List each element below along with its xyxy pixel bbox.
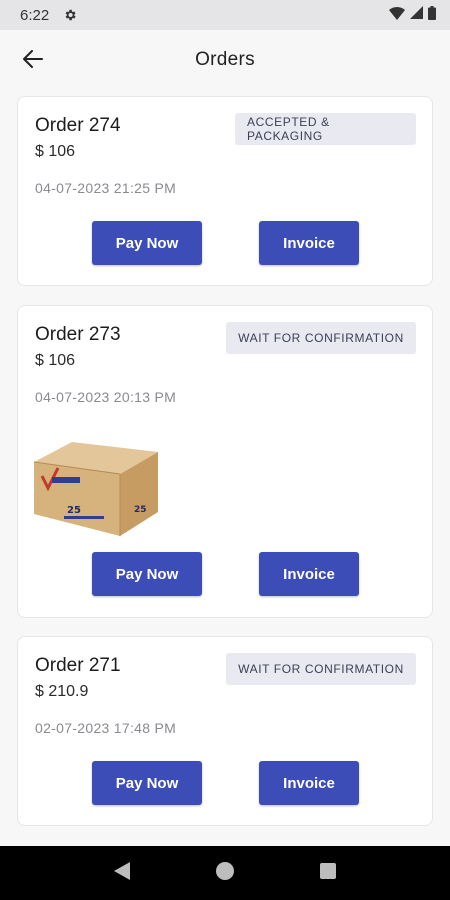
gear-icon: [63, 8, 77, 22]
status-bar: 6:22: [0, 0, 450, 30]
order-date: 04-07-2023 20:13 PM: [35, 389, 177, 405]
order-card[interactable]: Order 274 $ 106 04-07-2023 21:25 PM ACCE…: [17, 96, 433, 286]
nav-home-button[interactable]: [211, 859, 239, 887]
order-date: 04-07-2023 21:25 PM: [35, 180, 177, 196]
page-title: Orders: [195, 49, 255, 70]
order-card[interactable]: Order 271 $ 210.9 02-07-2023 17:48 PM WA…: [17, 636, 433, 826]
status-badge: ACCEPTED & PACKAGING: [235, 113, 416, 145]
system-nav-bar: [0, 846, 450, 900]
order-price: $ 210.9: [35, 683, 89, 700]
signal-icon: [410, 6, 423, 24]
pay-now-button[interactable]: Pay Now: [92, 552, 202, 596]
back-button[interactable]: [18, 46, 48, 76]
order-title: Order 273: [35, 324, 121, 345]
invoice-button[interactable]: Invoice: [259, 221, 359, 265]
orders-list[interactable]: Order 274 $ 106 04-07-2023 21:25 PM ACCE…: [0, 90, 450, 846]
wifi-icon: [389, 6, 405, 25]
pay-now-button[interactable]: Pay Now: [92, 221, 202, 265]
order-date: 02-07-2023 17:48 PM: [35, 720, 177, 736]
nav-recents-icon: [320, 862, 337, 884]
invoice-button[interactable]: Invoice: [259, 761, 359, 805]
app-bar: Orders: [0, 30, 450, 90]
nav-recents-button[interactable]: [314, 859, 342, 887]
order-title: Order 271: [35, 655, 121, 676]
pay-now-button[interactable]: Pay Now: [92, 761, 202, 805]
order-title: Order 274: [35, 115, 121, 136]
status-icons: [389, 5, 436, 25]
battery-icon: [428, 5, 436, 25]
order-price: $ 106: [35, 143, 76, 160]
nav-back-icon: [113, 861, 130, 885]
nav-back-button[interactable]: [108, 859, 136, 887]
svg-text:25: 25: [134, 505, 147, 515]
status-badge: WAIT FOR CONFIRMATION: [226, 653, 416, 685]
status-time: 6:22: [20, 6, 50, 24]
order-price: $ 106: [35, 352, 76, 369]
nav-home-icon: [215, 861, 234, 885]
status-badge: WAIT FOR CONFIRMATION: [226, 322, 416, 354]
invoice-button[interactable]: Invoice: [259, 552, 359, 596]
product-image: 25 25: [33, 436, 160, 538]
order-card[interactable]: Order 273 $ 106 04-07-2023 20:13 PM WAIT…: [17, 305, 433, 618]
svg-text:25: 25: [67, 505, 81, 516]
back-arrow-icon: [23, 49, 43, 73]
